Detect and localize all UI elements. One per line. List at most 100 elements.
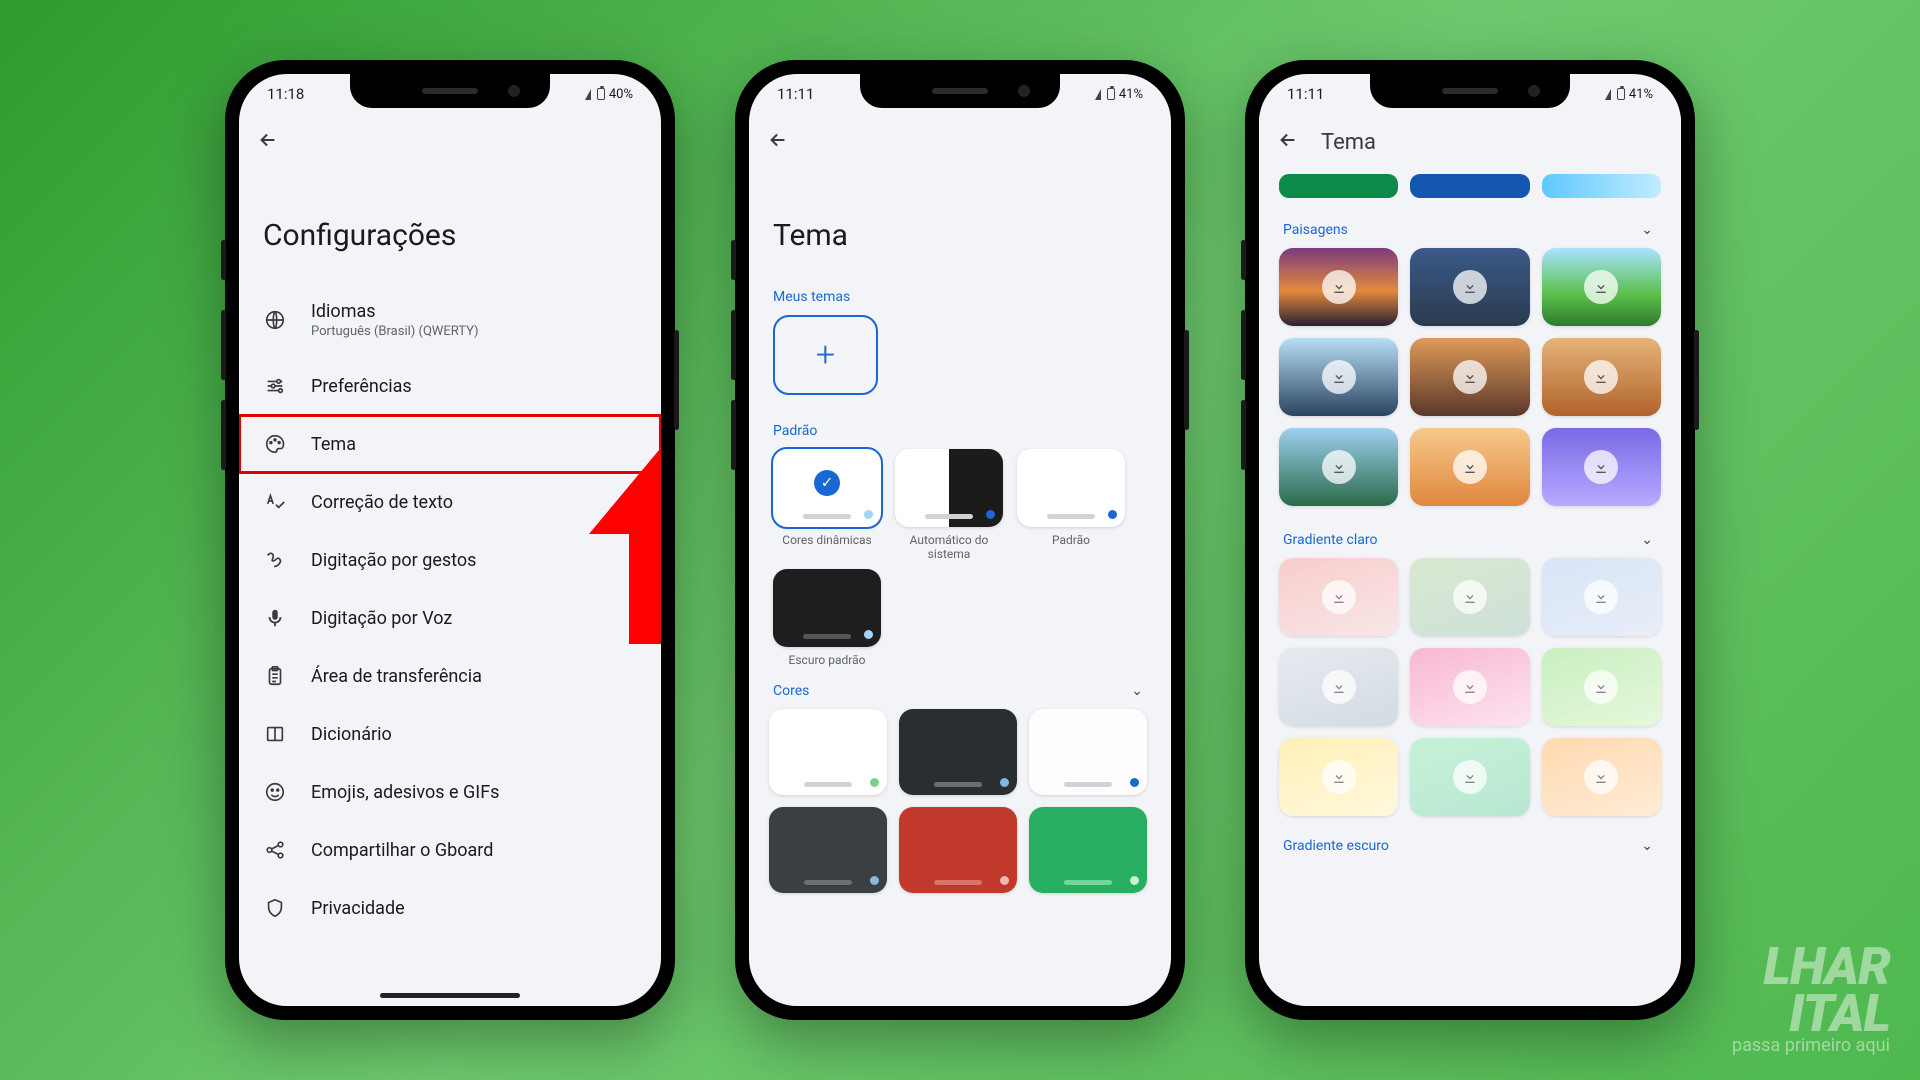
settings-label: Área de transferência bbox=[311, 666, 482, 687]
section-landscapes[interactable]: Paisagens ⌄ bbox=[1259, 216, 1681, 248]
gradient-theme[interactable] bbox=[1542, 648, 1661, 726]
phone-1: 11:18 40% Configurações IdiomasPortuguês… bbox=[225, 60, 675, 1020]
settings-row-book[interactable]: Dicionário bbox=[239, 705, 661, 763]
color-swatch-green[interactable] bbox=[1029, 807, 1147, 893]
watermark-tagline: passa primeiro aqui bbox=[1732, 1038, 1890, 1054]
gradient-theme[interactable] bbox=[1279, 648, 1398, 726]
settings-row-sliders[interactable]: Preferências bbox=[239, 357, 661, 415]
download-icon bbox=[1453, 580, 1487, 614]
color-swatch-darkgrey[interactable] bbox=[769, 807, 887, 893]
section-default: Padrão bbox=[749, 417, 1171, 449]
landscape-theme[interactable] bbox=[1542, 338, 1661, 416]
status-battery: 41% bbox=[1119, 87, 1143, 102]
clipboard-icon bbox=[263, 665, 287, 687]
status-time: 11:11 bbox=[1287, 85, 1324, 103]
chevron-down-icon: ⌄ bbox=[1641, 532, 1653, 548]
appbar-title: Tema bbox=[1321, 130, 1376, 155]
gradient-theme[interactable] bbox=[1410, 648, 1529, 726]
status-battery: 41% bbox=[1629, 87, 1653, 102]
phone-3: 11:11 41% Tema Paisagens ⌄ bbox=[1245, 60, 1695, 1020]
landscape-theme[interactable] bbox=[1279, 338, 1398, 416]
signal-icon bbox=[585, 89, 591, 100]
section-gradient-dark[interactable]: Gradiente escuro ⌄ bbox=[1259, 832, 1681, 864]
theme-caption: Padrão bbox=[1052, 533, 1090, 549]
landscape-theme[interactable] bbox=[1542, 248, 1661, 326]
app-bar: Tema bbox=[1259, 114, 1681, 170]
download-icon bbox=[1584, 360, 1618, 394]
landscape-theme[interactable] bbox=[1410, 428, 1529, 506]
palette-icon bbox=[263, 433, 287, 455]
gradient-theme[interactable] bbox=[1279, 558, 1398, 636]
gradient-theme[interactable] bbox=[1542, 558, 1661, 636]
settings-row-palette[interactable]: Tema bbox=[239, 415, 661, 473]
download-icon bbox=[1322, 360, 1356, 394]
globe-icon bbox=[263, 309, 287, 331]
add-theme-button[interactable]: + bbox=[773, 315, 878, 395]
settings-label: Digitação por Voz bbox=[311, 608, 452, 629]
settings-row-mic[interactable]: Digitação por Voz bbox=[239, 589, 661, 647]
section-gradient-light[interactable]: Gradiente claro ⌄ bbox=[1259, 526, 1681, 558]
download-icon bbox=[1453, 270, 1487, 304]
download-icon bbox=[1322, 670, 1356, 704]
landscape-theme[interactable] bbox=[1542, 428, 1661, 506]
landscape-theme[interactable] bbox=[1410, 248, 1529, 326]
download-icon bbox=[1584, 450, 1618, 484]
chevron-down-icon: ⌄ bbox=[1131, 683, 1143, 699]
download-icon bbox=[1584, 760, 1618, 794]
settings-label: Correção de texto bbox=[311, 492, 453, 513]
status-time: 11:18 bbox=[267, 85, 304, 103]
download-icon bbox=[1453, 360, 1487, 394]
gradient-theme[interactable] bbox=[1279, 738, 1398, 816]
settings-label: Tema bbox=[311, 434, 356, 455]
theme-default-dark[interactable] bbox=[773, 569, 881, 647]
book-icon bbox=[263, 723, 287, 745]
mic-icon bbox=[263, 607, 287, 629]
settings-sublabel: Português (Brasil) (QWERTY) bbox=[311, 324, 479, 339]
color-band-partial bbox=[1259, 174, 1681, 204]
gradient-theme[interactable] bbox=[1542, 738, 1661, 816]
gradient-theme[interactable] bbox=[1410, 738, 1529, 816]
settings-label: Idiomas bbox=[311, 301, 479, 322]
section-colors[interactable]: Cores ⌄ bbox=[749, 677, 1171, 709]
sliders-icon bbox=[263, 375, 287, 397]
settings-row-gesture[interactable]: Digitação por gestos bbox=[239, 531, 661, 589]
battery-icon bbox=[597, 88, 605, 100]
landscape-theme[interactable] bbox=[1279, 248, 1398, 326]
check-icon bbox=[814, 470, 840, 496]
settings-row-globe[interactable]: Idiomas Português (Brasil) (QWERTY) bbox=[239, 283, 661, 357]
theme-system-auto[interactable] bbox=[895, 449, 1003, 527]
battery-icon bbox=[1107, 88, 1115, 100]
theme-default[interactable] bbox=[1017, 449, 1125, 527]
download-icon bbox=[1584, 580, 1618, 614]
page-title: Tema bbox=[749, 178, 1171, 283]
color-swatch-red[interactable] bbox=[899, 807, 1017, 893]
section-my-themes: Meus temas bbox=[749, 283, 1171, 315]
battery-icon bbox=[1617, 88, 1625, 100]
status-battery: 40% bbox=[609, 87, 633, 102]
color-swatch-black[interactable] bbox=[899, 709, 1017, 795]
color-swatch-white[interactable] bbox=[769, 709, 887, 795]
app-bar bbox=[749, 114, 1171, 170]
landscape-theme[interactable] bbox=[1410, 338, 1529, 416]
theme-caption: Cores dinâmicas bbox=[782, 533, 871, 549]
back-icon[interactable] bbox=[1277, 129, 1299, 155]
back-icon[interactable] bbox=[767, 129, 789, 155]
chevron-down-icon: ⌄ bbox=[1641, 222, 1653, 238]
settings-row-share[interactable]: Compartilhar o Gboard bbox=[239, 821, 661, 879]
settings-row-shield[interactable]: Privacidade bbox=[239, 879, 661, 937]
color-swatch-light[interactable] bbox=[1029, 709, 1147, 795]
back-icon[interactable] bbox=[257, 129, 279, 155]
phone-2: 11:11 41% Tema Meus temas + Padrão bbox=[735, 60, 1185, 1020]
settings-row-clipboard[interactable]: Área de transferência bbox=[239, 647, 661, 705]
download-icon bbox=[1584, 670, 1618, 704]
settings-row-spellcheck[interactable]: Correção de texto bbox=[239, 473, 661, 531]
settings-label: Privacidade bbox=[311, 898, 405, 919]
signal-icon bbox=[1095, 89, 1101, 100]
landscape-theme[interactable] bbox=[1279, 428, 1398, 506]
settings-row-emoji[interactable]: Emojis, adesivos e GIFs bbox=[239, 763, 661, 821]
theme-dynamic-colors[interactable] bbox=[773, 449, 881, 527]
gesture-icon bbox=[263, 549, 287, 571]
gradient-theme[interactable] bbox=[1410, 558, 1529, 636]
app-bar bbox=[239, 114, 661, 170]
status-time: 11:11 bbox=[777, 85, 814, 103]
